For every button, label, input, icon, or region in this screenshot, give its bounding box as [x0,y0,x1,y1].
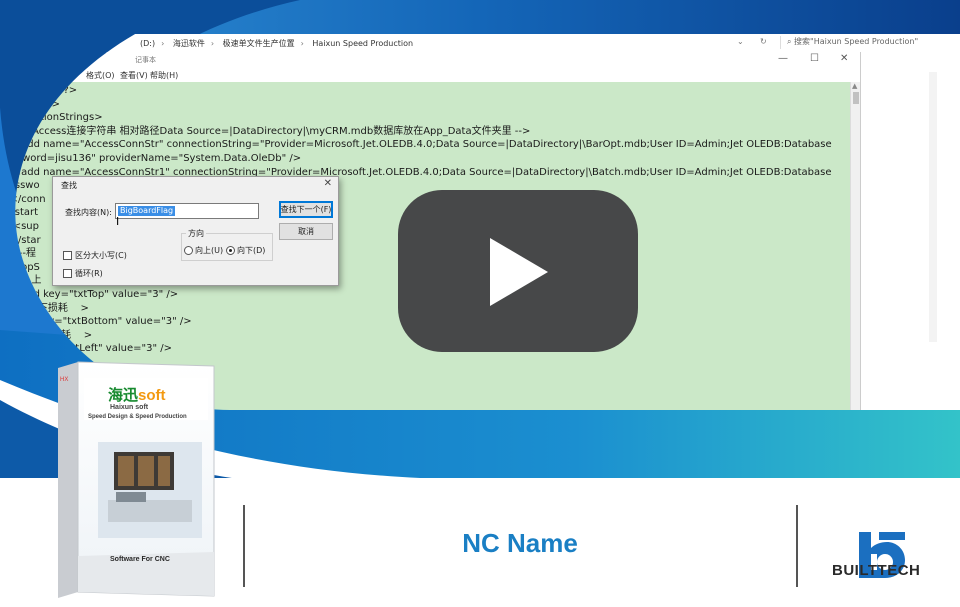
find-input-value: BigBoardFlag [120,206,174,215]
match-case-checkbox[interactable]: 区分大小写(C) [63,250,127,261]
explorer-search-input[interactable]: ⌕ 搜索"Haixun Speed Production" [780,36,960,49]
notepad-titlebar: 记事本 — ☐ ✕ [0,52,860,68]
divider-left [243,505,245,587]
play-button[interactable] [398,190,638,352]
search-icon: ⌕ [787,37,795,46]
chevron-down-icon[interactable]: ⌄ [737,37,744,46]
code-line: <add name="AccessConnStr" connectionStri… [0,139,832,151]
divider-right [796,505,798,587]
radio-down[interactable]: 向下(D) [226,245,265,256]
breadcrumb-item[interactable]: Haixun Speed Production [312,39,413,48]
find-next-button[interactable]: 查找下一个(F) [279,201,333,218]
radio-up-label: 向上(U) [195,246,224,255]
match-case-label: 区分大小写(C) [75,251,127,260]
menu-format[interactable]: 格式(O) [86,70,115,81]
radio-down-icon [226,246,235,255]
minimize-icon[interactable]: — [778,53,788,64]
menu-help[interactable]: 帮助(H) [150,70,178,81]
find-input[interactable]: BigBoardFlag [115,203,259,219]
radio-up-icon [184,246,193,255]
box-brand: 海迅soft [108,384,166,405]
close-icon[interactable]: ✕ [840,53,848,64]
close-icon[interactable]: ✕ [324,178,332,189]
breadcrumb-item[interactable]: 海迅软件 [173,39,205,48]
checkbox-icon [63,251,72,260]
explorer-address-bar[interactable]: (D:) › 海迅软件 › 极速单文件生产位置 › Haixun Speed Prod… [0,34,960,53]
find-dialog: 查找 ✕ 查找内容(N): BigBoardFlag 查找下一个(F) 取消 方… [52,176,339,286]
video-title: NC Name [462,528,578,558]
scrollbar-thumb[interactable] [853,92,859,104]
code-line: Password=jisu136" providerName="System.D… [0,153,302,164]
chevron-right-icon: › [161,39,165,48]
search-placeholder: 搜索"Haixun Speed Production" [794,37,919,46]
wrap-checkbox[interactable]: 循环(R) [63,268,103,279]
box-brand-soft: soft [138,387,166,404]
box-corner-mark: HX [60,377,69,383]
direction-label: 方向 [188,229,204,238]
checkbox-icon [63,269,72,278]
wrap-label: 循环(R) [75,269,103,278]
menu-view[interactable]: 查看(V) [120,70,148,81]
pane-scrollbar[interactable] [929,72,937,342]
dialog-title: 查找 [61,181,77,190]
play-icon [490,238,548,306]
cancel-button[interactable]: 取消 [279,223,333,240]
window-title: 记事本 [135,56,156,64]
explorer-right-pane [860,52,960,410]
box-brand-cn: 海迅 [108,387,139,404]
scroll-up-icon[interactable]: ▲ [852,82,857,90]
breadcrumb-item[interactable]: (D:) [140,39,155,48]
builttech-logo-icon [859,532,905,578]
code-line: <!--Access连接字符串 相对路径Data Source=|DataDir… [0,125,531,137]
find-label: 查找内容(N): [65,208,112,217]
radio-down-label: 向下(D) [237,246,266,255]
radio-up[interactable]: 向上(U) [184,245,223,256]
chevron-right-icon: › [300,39,304,48]
box-line1: Haixun soft [110,404,149,411]
maximize-icon[interactable]: ☐ [810,53,819,64]
video-thumbnail: (D:) › 海迅软件 › 极速单文件生产位置 › Haixun Speed Prod… [0,0,960,607]
direction-group: 方向 向上(U) 向下(D) [181,233,273,261]
brand-name: BUILTTECH [832,562,921,579]
notepad-menubar: 格式(O) 查看(V) 帮助(H) [0,68,860,82]
box-line2: Speed Design & Speed Production [88,414,187,420]
text-cursor-icon: I [116,215,120,228]
chevron-right-icon: › [210,39,215,48]
refresh-icon[interactable]: ↻ [760,37,767,46]
box-bottom-text: Software For CNC [110,556,170,563]
breadcrumb-item[interactable]: 极速单文件生产位置 [223,39,295,48]
